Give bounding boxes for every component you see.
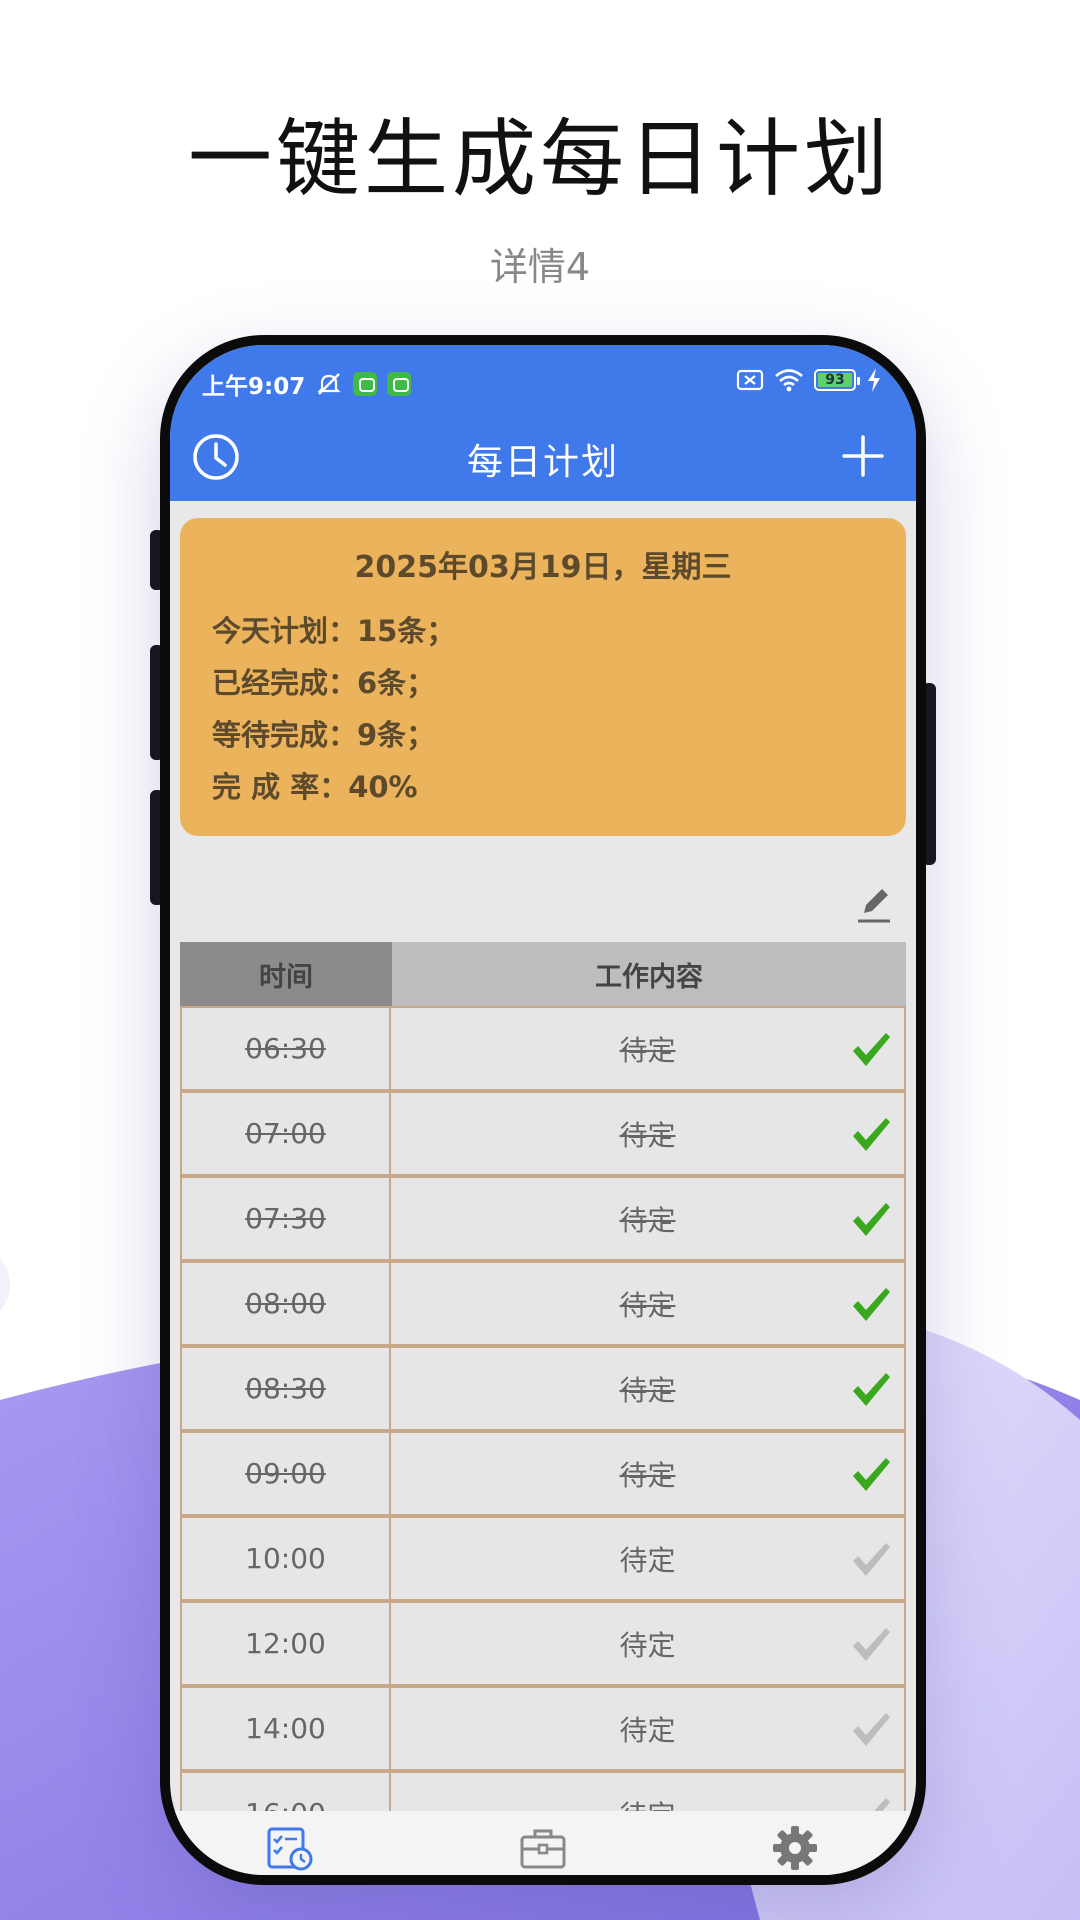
sim-off-icon <box>736 369 764 391</box>
table-row[interactable]: 08:00 待定 <box>180 1261 906 1346</box>
checkmark-icon[interactable] <box>850 1455 892 1495</box>
status-bar: 上午9:07 93 <box>170 363 916 403</box>
checkmark-icon[interactable] <box>850 1710 892 1750</box>
time-cell: 09:00 <box>180 1431 392 1516</box>
time-label: 09:00 <box>245 1457 326 1490</box>
time-cell: 10:00 <box>180 1516 392 1601</box>
app-notification-icon <box>353 372 378 396</box>
time-label: 14:00 <box>245 1712 326 1745</box>
battery-level: 93 <box>825 372 845 388</box>
time-cell: 07:00 <box>180 1091 392 1176</box>
content-cell: 待定 <box>391 1516 906 1601</box>
time-cell: 14:00 <box>180 1686 392 1771</box>
table-row[interactable]: 08:30 待定 <box>180 1346 906 1431</box>
content-label: 待定 <box>619 1628 676 1662</box>
content-label: 待定 <box>619 1288 676 1322</box>
status-time: 上午9:07 <box>202 374 306 400</box>
time-label: 07:30 <box>245 1202 326 1235</box>
bottom-nav <box>170 1811 916 1875</box>
time-label: 10:00 <box>245 1542 326 1575</box>
table-row[interactable]: 14:00 待定 <box>180 1686 906 1771</box>
phone-screen: 上午9:07 93 每日计划 2025年03月19日，星期三 今天计划：15条；… <box>170 345 916 1875</box>
checkmark-icon[interactable] <box>850 1115 892 1155</box>
column-header-content: 工作内容 <box>392 942 906 1006</box>
content-cell: 待定 <box>391 1261 906 1346</box>
content-cell: 待定 <box>391 1091 906 1176</box>
content-label: 待定 <box>619 1458 676 1492</box>
checkmark-icon[interactable] <box>850 1030 892 1070</box>
content-cell: 待定 <box>391 1601 906 1686</box>
phone-frame: 上午9:07 93 每日计划 2025年03月19日，星期三 今天计划：15条；… <box>160 335 926 1885</box>
time-label: 07:00 <box>245 1117 326 1150</box>
app-bar: 每日计划 <box>170 415 916 501</box>
page-title: 每日计划 <box>466 442 619 483</box>
time-label: 12:00 <box>245 1627 326 1660</box>
content-label: 待定 <box>619 1543 676 1577</box>
time-cell: 08:00 <box>180 1261 392 1346</box>
promo-title: 一键生成每日计划 <box>187 110 892 208</box>
time-cell: 08:30 <box>180 1346 392 1431</box>
content-cell: 待定 <box>391 1686 906 1771</box>
plan-list-icon[interactable] <box>265 1823 315 1873</box>
content-label: 待定 <box>619 1203 676 1237</box>
content-label: 待定 <box>619 1373 676 1407</box>
plan-table: 时间 工作内容 06:30 待定 07:00 待定 07:30 待定 08:00 待定 08:3… <box>180 942 906 1842</box>
promo-subtitle: 详情4 <box>489 245 591 289</box>
summary-pending: 等待完成：9条； <box>212 718 436 752</box>
checkmark-icon[interactable] <box>850 1540 892 1580</box>
table-row[interactable]: 10:00 待定 <box>180 1516 906 1601</box>
table-row[interactable]: 07:30 待定 <box>180 1176 906 1261</box>
content-cell: 待定 <box>391 1431 906 1516</box>
time-label: 08:30 <box>245 1372 326 1405</box>
column-header-time: 时间 <box>180 942 392 1006</box>
content-label: 待定 <box>619 1033 676 1067</box>
gear-icon[interactable] <box>770 1823 820 1873</box>
summary-completed: 已经完成：6条； <box>212 666 436 700</box>
checkmark-icon[interactable] <box>850 1370 892 1410</box>
table-row[interactable]: 09:00 待定 <box>180 1431 906 1516</box>
checkmark-icon[interactable] <box>850 1625 892 1665</box>
content-label: 待定 <box>619 1713 676 1747</box>
content-label: 待定 <box>619 1118 676 1152</box>
table-row[interactable]: 06:30 待定 <box>180 1006 906 1091</box>
table-row[interactable]: 07:00 待定 <box>180 1091 906 1176</box>
time-cell: 07:30 <box>180 1176 392 1261</box>
app-header: 上午9:07 93 每日计划 <box>170 345 916 501</box>
plus-icon[interactable] <box>838 431 888 481</box>
time-cell: 12:00 <box>180 1601 392 1686</box>
battery-icon: 93 <box>814 369 860 391</box>
briefcase-icon[interactable] <box>518 1823 568 1873</box>
content-cell: 待定 <box>391 1346 906 1431</box>
app-notification-icon <box>387 372 412 396</box>
table-row[interactable]: 12:00 待定 <box>180 1601 906 1686</box>
wifi-icon <box>775 369 803 392</box>
edit-pencil-icon[interactable] <box>854 885 894 927</box>
time-label: 06:30 <box>245 1032 326 1065</box>
time-cell: 06:30 <box>180 1006 392 1091</box>
summary-card: 2025年03月19日，星期三 今天计划：15条； 已经完成：6条； 等待完成：… <box>180 518 906 836</box>
charging-icon <box>868 368 880 392</box>
summary-planned: 今天计划：15条； <box>212 614 456 648</box>
checkmark-icon[interactable] <box>850 1200 892 1240</box>
time-label: 08:00 <box>245 1287 326 1320</box>
checkmark-icon[interactable] <box>850 1285 892 1325</box>
mute-bell-icon <box>317 373 341 395</box>
summary-date: 2025年03月19日，星期三 <box>354 550 732 585</box>
content-cell: 待定 <box>391 1176 906 1261</box>
content-cell: 待定 <box>391 1006 906 1091</box>
summary-rate: 完 成 率：40% <box>212 770 418 804</box>
